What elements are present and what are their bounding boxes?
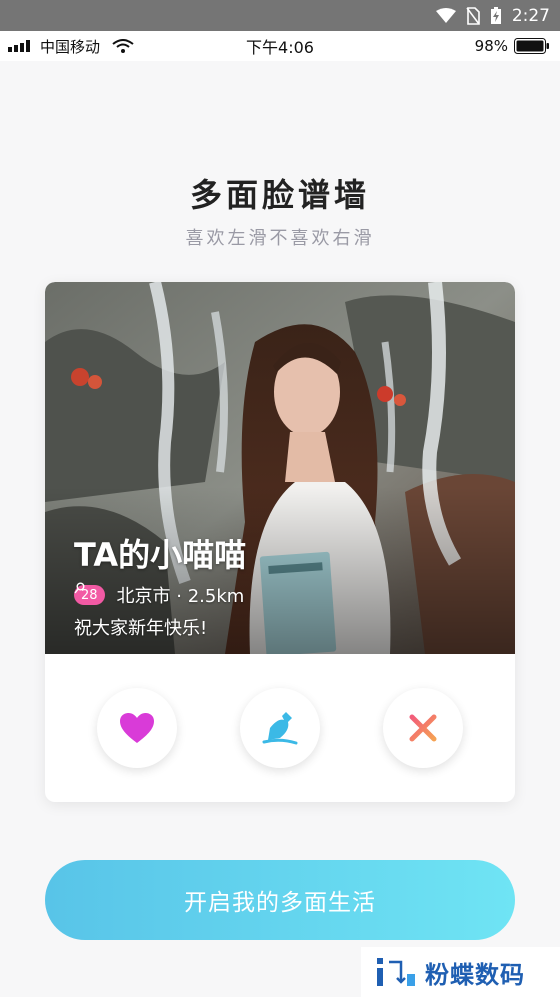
- ios-status-bar: 中国移动 下午4:06 98%: [0, 31, 560, 61]
- close-icon: [409, 714, 437, 742]
- watermark: 粉蝶数码: [361, 947, 560, 997]
- wifi-icon: [435, 7, 456, 23]
- page-title: 多面脸谱墙: [189, 176, 370, 214]
- card-actions: [45, 654, 515, 802]
- age-badge: 28: [74, 582, 105, 605]
- profile-meta: 28 北京市 · 2.5km: [74, 582, 244, 608]
- no-sim-icon: [466, 6, 480, 25]
- drift-bottle-button[interactable]: [240, 688, 320, 768]
- profile-photo[interactable]: TA的小喵喵 28 北京市 · 2.5km 祝大家新年快乐!: [45, 282, 515, 654]
- watermark-logo-icon: [377, 958, 415, 986]
- watermark-text: 粉蝶数码: [425, 960, 525, 989]
- profile-card[interactable]: TA的小喵喵 28 北京市 · 2.5km 祝大家新年快乐!: [45, 282, 515, 802]
- battery-charging-icon: [490, 6, 501, 24]
- start-button[interactable]: 开启我的多面生活: [45, 860, 515, 940]
- female-gender-icon: [74, 582, 85, 594]
- android-time: 2:27: [511, 5, 550, 26]
- battery-percent: 98%: [474, 37, 508, 55]
- profile-location: 北京市 · 2.5km: [116, 586, 245, 607]
- profile-name: TA的小喵喵: [74, 536, 247, 574]
- heart-icon: [120, 713, 154, 743]
- page-subtitle: 喜欢左滑不喜欢右滑: [185, 228, 375, 249]
- battery-icon: [514, 38, 549, 54]
- android-status-bar: 2:27: [0, 0, 560, 31]
- bottle-icon: [262, 712, 298, 745]
- like-button[interactable]: [97, 688, 177, 768]
- dislike-button[interactable]: [383, 688, 463, 768]
- profile-bio: 祝大家新年快乐!: [74, 618, 208, 639]
- status-time: 下午4:06: [246, 38, 314, 57]
